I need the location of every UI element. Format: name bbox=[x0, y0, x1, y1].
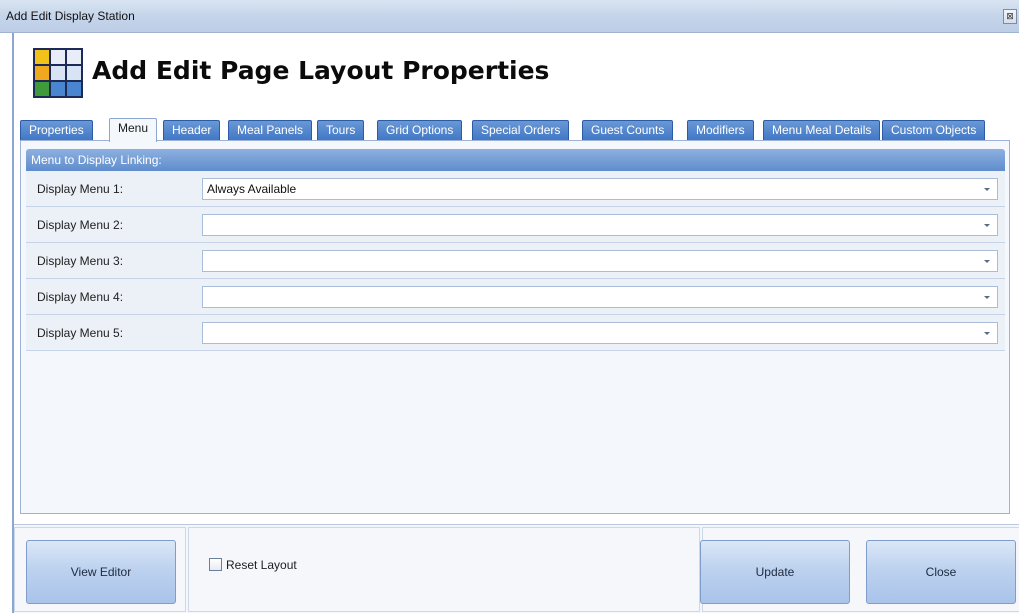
grid-table-icon bbox=[33, 48, 83, 98]
tab-menu[interactable]: Menu bbox=[109, 118, 158, 142]
tab-tours[interactable]: Tours bbox=[317, 120, 365, 141]
tab-header[interactable]: Header bbox=[163, 120, 221, 141]
page-title: Add Edit Page Layout Properties bbox=[92, 56, 550, 85]
reset-layout-label[interactable]: Reset Layout bbox=[226, 558, 297, 572]
tab-properties[interactable]: Properties bbox=[20, 120, 93, 141]
group-header: Menu to Display Linking: bbox=[26, 149, 1005, 171]
chevron-down-icon[interactable] bbox=[981, 219, 993, 231]
window-title: Add Edit Display Station bbox=[6, 9, 135, 23]
tab-menu-meal-details[interactable]: Menu Meal Details bbox=[763, 120, 881, 141]
display-menu-label: Display Menu 4: bbox=[37, 290, 124, 304]
tab-guest-counts[interactable]: Guest Counts bbox=[582, 120, 674, 141]
display-menu-row: Display Menu 1: Always Available bbox=[26, 171, 1005, 207]
close-button[interactable]: Close bbox=[866, 540, 1016, 604]
display-menu-label: Display Menu 3: bbox=[37, 254, 124, 268]
display-menu-label: Display Menu 5: bbox=[37, 326, 124, 340]
display-menu-1-dropdown[interactable]: Always Available bbox=[202, 178, 998, 200]
menu-tab-panel: Menu to Display Linking: Display Menu 1:… bbox=[20, 140, 1010, 514]
display-menu-label: Display Menu 1: bbox=[37, 182, 124, 196]
footer-bar: View Editor Reset Layout Update Close bbox=[14, 524, 1019, 613]
tab-custom-objects[interactable]: Custom Objects bbox=[882, 120, 986, 141]
chevron-down-icon[interactable] bbox=[981, 183, 993, 195]
checkbox-box[interactable] bbox=[209, 558, 222, 571]
display-menu-row: Display Menu 3: bbox=[26, 243, 1005, 279]
dialog-body: Add Edit Page Layout Properties Properti… bbox=[12, 33, 1019, 613]
display-menu-row: Display Menu 4: bbox=[26, 279, 1005, 315]
display-menu-row: Display Menu 2: bbox=[26, 207, 1005, 243]
window-titlebar: Add Edit Display Station ⊠ bbox=[0, 0, 1019, 33]
display-menu-5-dropdown[interactable] bbox=[202, 322, 998, 344]
display-menu-row: Display Menu 5: bbox=[26, 315, 1005, 351]
display-menu-4-dropdown[interactable] bbox=[202, 286, 998, 308]
display-menu-3-dropdown[interactable] bbox=[202, 250, 998, 272]
tab-modifiers[interactable]: Modifiers bbox=[687, 120, 754, 141]
view-editor-button[interactable]: View Editor bbox=[26, 540, 176, 604]
chevron-down-icon[interactable] bbox=[981, 291, 993, 303]
tab-grid-options[interactable]: Grid Options bbox=[377, 120, 463, 141]
dropdown-value: Always Available bbox=[207, 182, 297, 196]
tab-strip: Properties Menu Header Meal Panels Tours… bbox=[20, 118, 1010, 142]
window-close-button[interactable]: ⊠ bbox=[1003, 9, 1017, 24]
display-menu-2-dropdown[interactable] bbox=[202, 214, 998, 236]
tab-meal-panels[interactable]: Meal Panels bbox=[228, 120, 313, 141]
tab-special-orders[interactable]: Special Orders bbox=[472, 120, 570, 141]
chevron-down-icon[interactable] bbox=[981, 327, 993, 339]
update-button[interactable]: Update bbox=[700, 540, 850, 604]
chevron-down-icon[interactable] bbox=[981, 255, 993, 267]
display-menu-label: Display Menu 2: bbox=[37, 218, 124, 232]
